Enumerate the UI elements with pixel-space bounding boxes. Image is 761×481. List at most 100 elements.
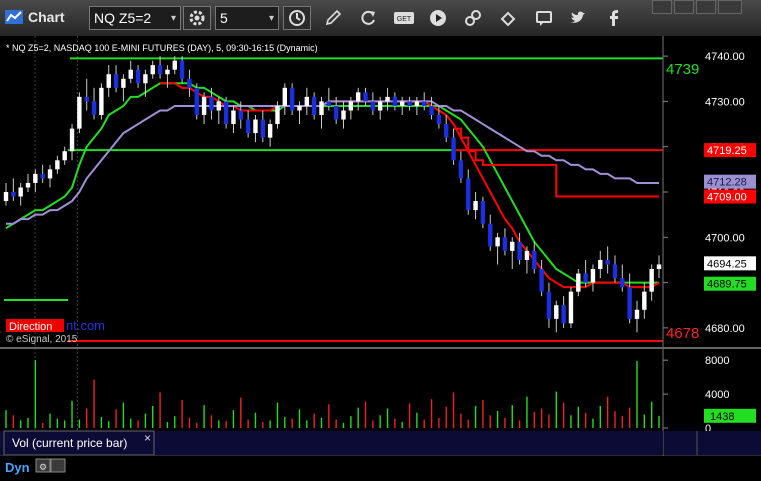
candle-body bbox=[576, 273, 581, 292]
candle-body bbox=[429, 105, 434, 115]
draw-button[interactable] bbox=[319, 6, 347, 30]
refresh-icon bbox=[361, 10, 375, 25]
candle-body bbox=[201, 96, 207, 115]
clock-button[interactable] bbox=[283, 6, 311, 30]
window-minimize-button[interactable] bbox=[652, 0, 672, 14]
play-button[interactable] bbox=[424, 6, 452, 30]
candle-body bbox=[480, 201, 486, 224]
symbol-dropdown-icon[interactable]: ▾ bbox=[171, 13, 176, 24]
candle-body bbox=[297, 105, 302, 111]
candle-body bbox=[3, 192, 9, 202]
candle-body bbox=[451, 137, 456, 161]
candle-body bbox=[25, 182, 31, 188]
candle-body bbox=[69, 128, 75, 152]
candle-body bbox=[187, 78, 192, 88]
candle-body bbox=[554, 305, 559, 319]
candle-body bbox=[121, 78, 126, 88]
connect-icon bbox=[500, 11, 516, 27]
candle-body bbox=[605, 259, 610, 265]
price-tag: 4689.75 bbox=[707, 279, 747, 291]
candle-body bbox=[634, 309, 640, 319]
candle-body bbox=[245, 119, 251, 134]
window-maximize-button[interactable] bbox=[696, 0, 716, 14]
candle-body bbox=[400, 101, 405, 106]
chat-button[interactable] bbox=[530, 6, 558, 30]
facebook-button[interactable] bbox=[600, 6, 628, 30]
candle-body bbox=[77, 96, 82, 129]
twitter-button[interactable] bbox=[564, 6, 592, 30]
play-icon bbox=[430, 10, 446, 26]
clock-icon bbox=[289, 10, 305, 26]
candle-body bbox=[590, 269, 596, 283]
candle-body bbox=[172, 60, 177, 70]
candle-body bbox=[546, 291, 552, 319]
candle-body bbox=[414, 101, 420, 106]
candle-body bbox=[436, 115, 442, 125]
candle-body bbox=[267, 124, 273, 138]
volume-axis-label: 8000 bbox=[705, 355, 729, 367]
price-tag: 4712.28 bbox=[707, 177, 747, 189]
candle-body bbox=[55, 160, 60, 170]
dyn-label[interactable]: Dyn bbox=[5, 460, 30, 475]
candle-body bbox=[275, 105, 280, 125]
get-button[interactable]: GET bbox=[390, 6, 418, 30]
settings-button[interactable] bbox=[183, 6, 211, 30]
link-icon bbox=[465, 10, 481, 26]
symbol-input[interactable]: NQ Z5=2 ▾ bbox=[89, 6, 181, 30]
candle-body bbox=[135, 69, 141, 84]
connect-button[interactable] bbox=[494, 6, 522, 30]
chart-area[interactable]: 4740.004730.004720.004710.004700.004690.… bbox=[0, 36, 761, 481]
copyright-label: © eSignal, 2015 bbox=[6, 334, 78, 345]
candle-body bbox=[612, 264, 618, 279]
candle-body bbox=[392, 96, 398, 106]
candle-body bbox=[532, 250, 537, 269]
candle-body bbox=[47, 169, 53, 179]
candle-body bbox=[385, 96, 390, 102]
interval-input[interactable]: 5 ▾ bbox=[215, 6, 279, 30]
toolbar: Chart NQ Z5=2 ▾ 5 ▾ GET bbox=[0, 0, 761, 37]
app-title[interactable]: Chart bbox=[4, 6, 65, 28]
link-button[interactable] bbox=[459, 6, 487, 30]
candle-body bbox=[289, 87, 295, 111]
chart-canvas[interactable]: 4740.004730.004720.004710.004700.004690.… bbox=[0, 36, 761, 481]
candle-body bbox=[311, 96, 317, 115]
candle-body bbox=[642, 291, 647, 310]
candle-body bbox=[238, 110, 243, 120]
candle-body bbox=[253, 119, 258, 134]
price-axis-label: 4730.00 bbox=[705, 96, 745, 108]
candle-body bbox=[620, 278, 625, 288]
candle-body bbox=[18, 187, 23, 197]
candle-body bbox=[488, 223, 493, 247]
chart-header: * NQ Z5=2, NASDAQ 100 E-MINI FUTURES (DA… bbox=[6, 43, 318, 53]
footer-lock-icon: ⚙ bbox=[39, 462, 47, 472]
price-tag: 4709.00 bbox=[707, 192, 747, 204]
candle-body bbox=[99, 87, 104, 115]
candle-body bbox=[524, 250, 530, 260]
candle-body bbox=[113, 74, 119, 88]
refresh-button[interactable] bbox=[354, 6, 382, 30]
candle-body bbox=[223, 101, 229, 125]
candle-body bbox=[598, 259, 603, 269]
price-tag: 4694.25 bbox=[707, 258, 747, 270]
interval-value: 5 bbox=[220, 10, 228, 26]
candle-body bbox=[91, 101, 97, 115]
footer-icon-box-2[interactable] bbox=[50, 458, 66, 473]
time-axis[interactable] bbox=[0, 456, 761, 481]
candle-body bbox=[231, 110, 236, 125]
candle-body bbox=[568, 291, 574, 324]
price-axis-label: 4740.00 bbox=[705, 51, 745, 63]
candle-body bbox=[326, 101, 332, 106]
price-axis-label: 4680.00 bbox=[705, 323, 745, 335]
volume-close-icon[interactable]: × bbox=[144, 431, 151, 445]
volume-axis-label: 4000 bbox=[705, 389, 729, 401]
candle-body bbox=[355, 92, 361, 102]
candle-body bbox=[319, 101, 324, 115]
candle-body bbox=[561, 305, 566, 324]
candle-body bbox=[106, 74, 111, 88]
window-close-button[interactable] bbox=[718, 0, 742, 14]
level-label-bottom: 4678 bbox=[666, 325, 699, 342]
candle-body bbox=[179, 60, 185, 79]
candle-body bbox=[502, 237, 508, 251]
window-restore-button[interactable] bbox=[674, 0, 694, 14]
interval-dropdown-icon[interactable]: ▾ bbox=[269, 13, 274, 24]
